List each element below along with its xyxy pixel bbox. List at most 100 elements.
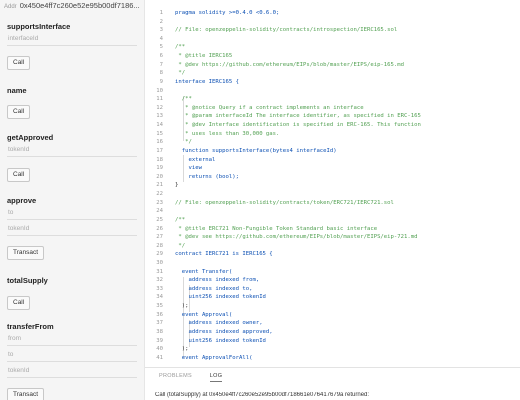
code-line: 31 event Transfer( [145,268,520,277]
param-input-tokenId[interactable]: tokenId [7,366,137,378]
line-code: /** [175,216,186,223]
call-button[interactable]: Call [7,105,31,119]
code-line: 36 event Approval( [145,311,520,320]
line-code: * @notice Query if a contract implements… [175,104,364,111]
function-name: totalSupply [7,276,48,285]
param-input-to[interactable]: to [7,350,137,362]
line-code: address indexed to, [175,285,253,292]
line-number: 18 [156,156,163,163]
line-number: 24 [156,208,163,215]
panel-tabs: PROBLEMS LOG [159,373,238,382]
line-code: * @dev https://github.com/ethereum/EIPs/… [175,61,405,68]
function-getApproved: getApproved tokenId Call [7,133,137,182]
line-number: 37 [156,320,163,327]
line-number: 3 [159,27,163,34]
transact-button[interactable]: Transact [7,246,45,260]
line-code: * uses less than 30,000 gas. [175,130,280,137]
param-input-interfaceId[interactable]: interfaceId [7,34,137,46]
function-name: approve [7,196,37,205]
line-code: returns (bool); [175,173,239,180]
line-number: 13 [156,113,163,120]
line-code: address indexed owner, [175,320,263,327]
contract-address: 0x450e4ff7c260e52e95b00df7186... [19,1,140,10]
code-line: 8 */ [145,69,520,78]
code-editor[interactable]: 1 pragma solidity >=0.4.0 <0.6.0; 2 3 // Fil… [145,0,520,367]
line-number: 23 [156,199,163,206]
line-code: uint256 indexed tokenId [175,294,266,301]
code-line: 11 /** [145,95,520,104]
line-code: interface IERC165 { [175,78,239,85]
line-number: 41 [156,354,163,361]
code-line: 32 address indexed from, [145,276,520,285]
call-button[interactable]: Call [7,56,31,70]
param-input-from[interactable]: from [7,334,137,346]
param-input-tokenId[interactable]: tokenId [7,145,137,157]
code-line: 12 * @notice Query if a contract impleme… [145,104,520,113]
code-line: 10 [145,87,520,96]
code-line: 13 * @param interfaceId The interface id… [145,112,520,121]
transact-button[interactable]: Transact [7,388,45,400]
line-number: 19 [156,165,163,172]
line-code: external [175,156,216,163]
function-approve: approve to tokenId Transact [7,196,137,260]
code-line: 41 event ApprovalForAll( [145,354,520,363]
tab-log[interactable]: LOG [209,373,223,382]
code-line: 19 view [145,164,520,173]
function-transferFrom: transferFrom from to tokenId Transact [7,322,137,400]
line-number: 8 [159,70,163,77]
line-code: // File: openzeppelin-solidity/contracts… [175,199,394,206]
line-number: 22 [156,191,163,198]
tab-problems[interactable]: PROBLEMS [159,373,192,381]
code-line: 23 // File: openzeppelin-solidity/contrac… [145,199,520,208]
param-input-tokenId[interactable]: tokenId [7,224,137,236]
line-number: 11 [156,96,163,103]
line-number: 15 [156,130,163,137]
code-line: 30 [145,259,520,268]
line-number: 35 [156,303,163,310]
line-number: 12 [156,104,163,111]
function-totalSupply: totalSupply Call [7,276,137,310]
line-code: * @title ERC721 Non-Fungible Token Stand… [175,225,378,232]
line-number: 39 [156,337,163,344]
line-number: 33 [156,285,163,292]
line-number: 1 [159,10,163,16]
line-code: event Transfer( [175,268,233,275]
param-input-to[interactable]: to [7,208,137,220]
line-number: 25 [156,216,163,223]
output-panel: PROBLEMS LOG Call (totalSupply) at 0x450… [145,367,520,400]
line-code: * @param interfaceId The interface ident… [175,113,421,120]
code-line: 3 // File: openzeppelin-solidity/contract… [145,26,520,35]
line-code: */ [175,70,186,77]
line-code: } [175,182,179,189]
code-line: 9 interface IERC165 { [145,78,520,87]
line-number: 36 [156,311,163,318]
function-name: name [7,86,27,95]
call-button[interactable]: Call [7,168,31,182]
code-line: 40 ); [145,345,520,354]
functions-sidebar: Addr 0x450e4ff7c260e52e95b00df7186... sup… [0,0,145,400]
line-number: 7 [159,61,163,68]
code-line: 29 contract IERC721 is IERC165 { [145,250,520,259]
line-number: 16 [156,139,163,146]
line-number: 17 [156,147,163,154]
code-line: 25 /** [145,216,520,225]
code-line: 20 returns (bool); [145,173,520,182]
code-line: 14 * @dev Interface identification is sp… [145,121,520,130]
line-code: pragma solidity >=0.4.0 <0.6.0; [175,10,280,16]
code-line: 1 pragma solidity >=0.4.0 <0.6.0; [145,9,520,18]
address-label: Addr [4,4,17,10]
line-number: 14 [156,122,163,129]
line-number: 27 [156,234,163,241]
code-line: 34 uint256 indexed tokenId [145,293,520,302]
line-code: contract IERC721 is IERC165 { [175,251,273,258]
line-code: */ [175,139,192,146]
function-name: getApproved [7,133,54,142]
line-code: event ApprovalForAll( [175,354,253,361]
call-button[interactable]: Call [7,296,31,310]
line-number: 20 [156,173,163,180]
line-number: 40 [156,346,163,353]
code-line: 4 [145,35,520,44]
code-line: 35 ); [145,302,520,311]
line-number: 4 [159,35,163,42]
line-number: 28 [156,242,163,249]
